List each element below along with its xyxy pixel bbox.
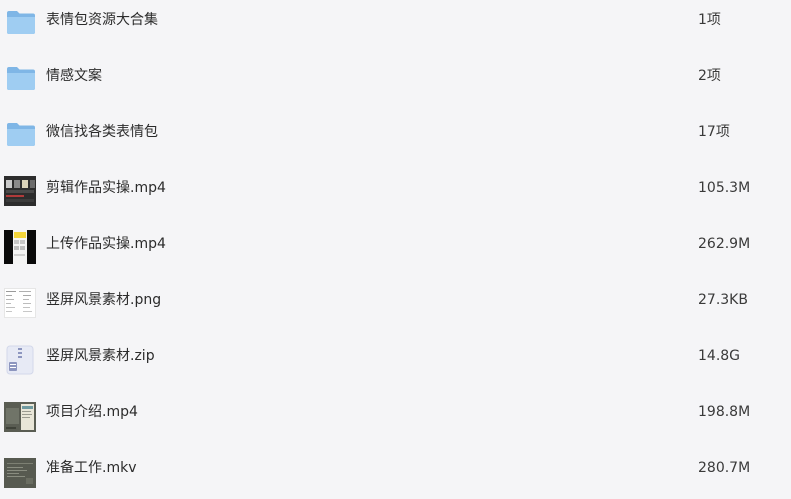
video-thumbnail	[4, 402, 36, 432]
zip-icon	[4, 344, 36, 376]
file-name: 剪辑作品实操.mp4	[46, 180, 166, 196]
file-row-video[interactable]: 项目介绍.mp4 198.8M	[0, 388, 791, 444]
folder-icon	[4, 6, 36, 38]
file-row-folder[interactable]: 情感文案 2项	[0, 52, 791, 108]
file-size: 14.8G	[698, 348, 741, 364]
file-name: 竖屏风景素材.zip	[46, 348, 155, 364]
file-size: 262.9M	[698, 236, 751, 252]
video-thumbnail	[4, 176, 36, 206]
file-row-folder[interactable]: 微信找各类表情包 17项	[0, 108, 791, 164]
file-size: 1项	[698, 12, 721, 28]
folder-icon	[4, 118, 36, 150]
file-name: 上传作品实操.mp4	[46, 236, 166, 252]
file-size: 27.3KB	[698, 292, 748, 308]
file-name: 准备工作.mkv	[46, 460, 137, 476]
folder-icon	[4, 62, 36, 94]
file-row-video[interactable]: 剪辑作品实操.mp4 105.3M	[0, 164, 791, 220]
file-name: 项目介绍.mp4	[46, 404, 138, 420]
file-row-video[interactable]: 准备工作.mkv 280.7M	[0, 444, 791, 499]
file-size: 198.8M	[698, 404, 751, 420]
file-row-archive[interactable]: 竖屏风景素材.zip 14.8G	[0, 332, 791, 388]
file-row-folder[interactable]: 表情包资源大合集 1项	[0, 0, 791, 52]
video-thumbnail	[4, 230, 36, 264]
file-name: 表情包资源大合集	[46, 12, 158, 28]
file-row-video[interactable]: 上传作品实操.mp4 262.9M	[0, 220, 791, 276]
file-list: 表情包资源大合集 1项 情感文案 2项 微信找各类表情包 17项 剪辑作品实操.…	[0, 0, 791, 499]
video-thumbnail	[4, 458, 36, 488]
image-thumbnail	[4, 288, 36, 318]
file-name: 竖屏风景素材.png	[46, 292, 162, 308]
file-size: 17项	[698, 124, 730, 140]
file-size: 280.7M	[698, 460, 751, 476]
file-name: 微信找各类表情包	[46, 124, 158, 140]
file-size: 2项	[698, 68, 721, 84]
file-row-image[interactable]: 竖屏风景素材.png 27.3KB	[0, 276, 791, 332]
file-size: 105.3M	[698, 180, 751, 196]
file-name: 情感文案	[46, 68, 102, 84]
